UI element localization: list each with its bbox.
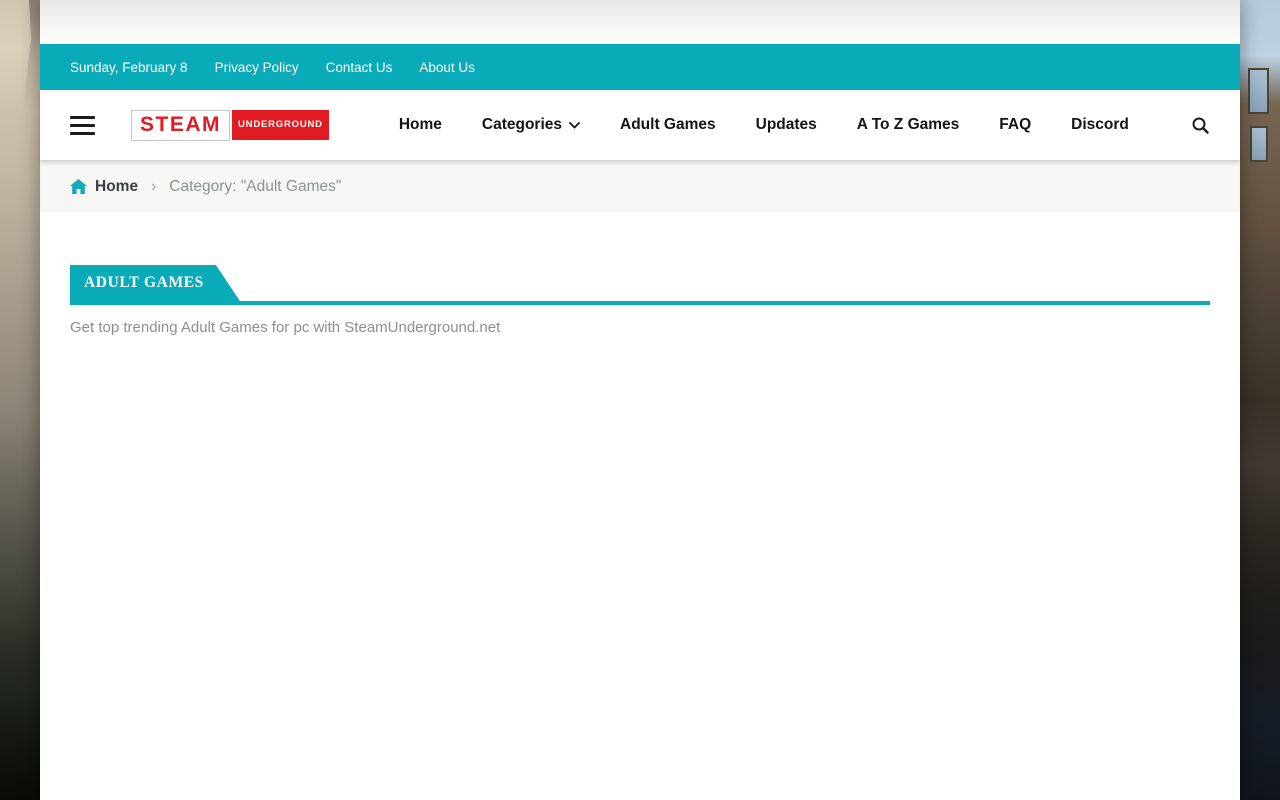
breadcrumb-current-page: Category: "Adult Games" bbox=[169, 178, 341, 196]
breadcrumb: Home › Category: "Adult Games" bbox=[40, 160, 1240, 213]
nav-item-updates[interactable]: Updates bbox=[756, 116, 817, 134]
nav-item-categories-label: Categories bbox=[482, 116, 562, 134]
nav-item-faq[interactable]: FAQ bbox=[999, 116, 1031, 134]
nav-item-home[interactable]: Home bbox=[399, 116, 442, 134]
nav-item-adult-games[interactable]: Adult Games bbox=[620, 116, 716, 134]
section-title-bar: ADULT GAMES bbox=[70, 265, 1210, 305]
topbar-link-privacy-policy[interactable]: Privacy Policy bbox=[215, 60, 299, 75]
site-logo[interactable]: STEAM UNDERGROUND bbox=[131, 110, 329, 141]
background-image-left bbox=[0, 0, 40, 800]
breadcrumb-home-label: Home bbox=[95, 178, 138, 196]
section-description: Get top trending Adult Games for pc with… bbox=[70, 319, 1210, 336]
topbar: Sunday, February 8 Privacy Policy Contac… bbox=[40, 44, 1240, 90]
topbar-link-about-us[interactable]: About Us bbox=[419, 60, 475, 75]
nav-item-a-to-z-games[interactable]: A To Z Games bbox=[857, 116, 960, 134]
section-title-badge: ADULT GAMES bbox=[70, 265, 240, 301]
topbar-link-contact-us[interactable]: Contact Us bbox=[326, 60, 393, 75]
nav-item-categories[interactable]: Categories bbox=[482, 116, 580, 134]
search-icon[interactable] bbox=[1191, 116, 1210, 135]
nav-item-discord[interactable]: Discord bbox=[1071, 116, 1129, 134]
main-content: ADULT GAMES Get top trending Adult Games… bbox=[40, 213, 1240, 800]
logo-underground-text: UNDERGROUND bbox=[232, 110, 329, 140]
background-image-right bbox=[1240, 0, 1280, 800]
background-window bbox=[1250, 126, 1268, 162]
breadcrumb-separator: › bbox=[151, 178, 156, 196]
primary-nav: Home Categories Adult Games Updates A To… bbox=[399, 116, 1129, 134]
main-navbar: STEAM UNDERGROUND Home Categories Adult … bbox=[40, 90, 1240, 160]
home-icon bbox=[70, 179, 87, 194]
page-container: Sunday, February 8 Privacy Policy Contac… bbox=[40, 0, 1240, 800]
chevron-down-icon bbox=[569, 122, 580, 129]
background-window bbox=[1248, 68, 1269, 114]
logo-steam-text: STEAM bbox=[131, 110, 230, 141]
breadcrumb-home-link[interactable]: Home bbox=[70, 178, 138, 196]
current-date: Sunday, February 8 bbox=[70, 60, 188, 75]
pre-header-strip bbox=[40, 0, 1240, 44]
hamburger-menu-icon[interactable] bbox=[70, 116, 95, 135]
